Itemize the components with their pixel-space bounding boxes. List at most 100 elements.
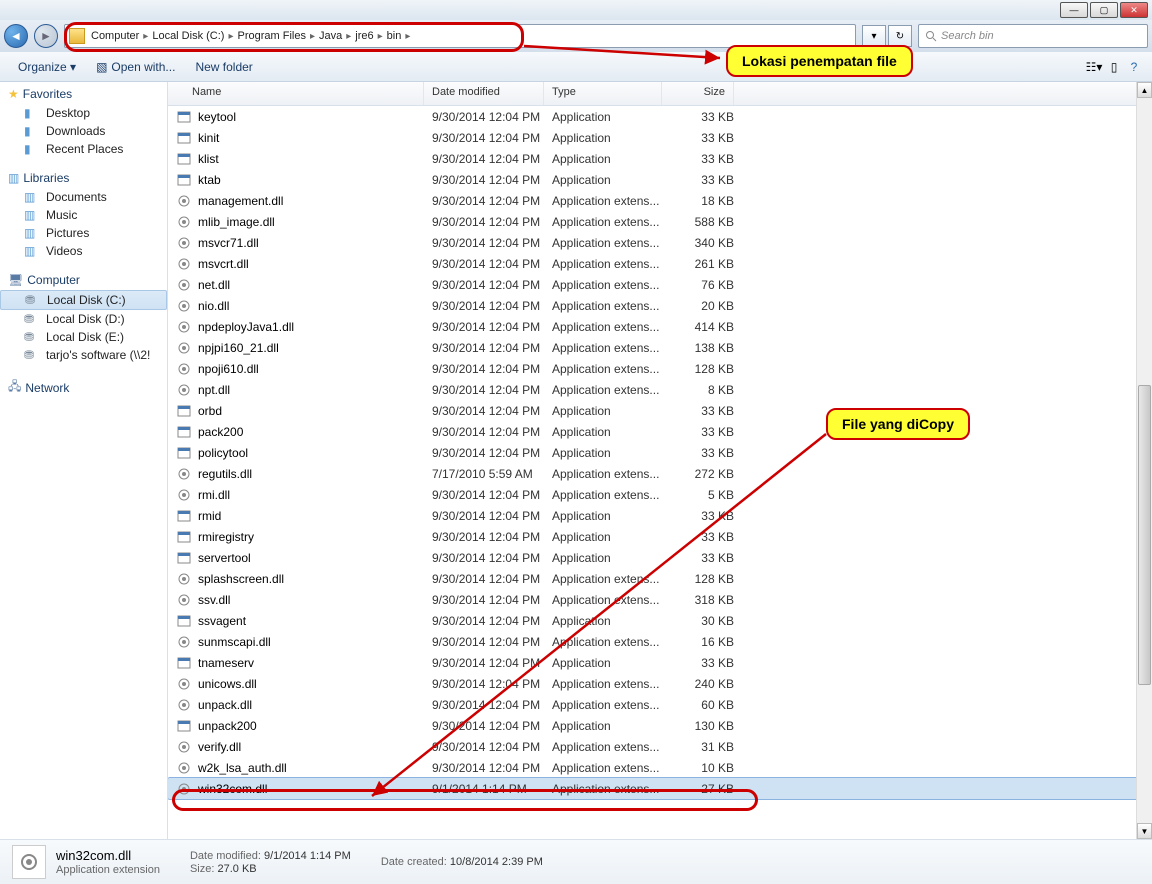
organize-menu[interactable]: Organize ▾ bbox=[8, 56, 86, 78]
file-row[interactable]: kinit9/30/2014 12:04 PMApplication33 KB bbox=[168, 127, 1152, 148]
refresh-button[interactable]: ↻ bbox=[888, 25, 912, 47]
file-row[interactable]: verify.dll9/30/2014 12:04 PMApplication … bbox=[168, 736, 1152, 757]
file-row[interactable]: unpack2009/30/2014 12:04 PMApplication13… bbox=[168, 715, 1152, 736]
file-row[interactable]: management.dll9/30/2014 12:04 PMApplicat… bbox=[168, 190, 1152, 211]
file-row[interactable]: mlib_image.dll9/30/2014 12:04 PMApplicat… bbox=[168, 211, 1152, 232]
file-row[interactable]: ssvagent9/30/2014 12:04 PMApplication30 … bbox=[168, 610, 1152, 631]
file-row[interactable]: win32com.dll9/1/2014 1:14 PMApplication … bbox=[168, 778, 1152, 799]
nav-item[interactable]: ⛃tarjo's software (\\2! bbox=[0, 346, 167, 364]
file-row[interactable]: unicows.dll9/30/2014 12:04 PMApplication… bbox=[168, 673, 1152, 694]
scroll-thumb[interactable] bbox=[1138, 385, 1151, 685]
file-row[interactable]: sunmscapi.dll9/30/2014 12:04 PMApplicati… bbox=[168, 631, 1152, 652]
file-row[interactable]: net.dll9/30/2014 12:04 PMApplication ext… bbox=[168, 274, 1152, 295]
file-row[interactable]: npt.dll9/30/2014 12:04 PMApplication ext… bbox=[168, 379, 1152, 400]
file-row[interactable]: rmi.dll9/30/2014 12:04 PMApplication ext… bbox=[168, 484, 1152, 505]
computer-header[interactable]: 🖥Computer bbox=[0, 270, 167, 290]
breadcrumb-segment[interactable]: Local Disk (C:) bbox=[152, 30, 224, 42]
close-button[interactable]: ✕ bbox=[1120, 2, 1148, 18]
nav-item[interactable]: ▥Videos bbox=[0, 242, 167, 260]
file-name: management.dll bbox=[198, 194, 432, 208]
file-row[interactable]: nio.dll9/30/2014 12:04 PMApplication ext… bbox=[168, 295, 1152, 316]
file-row[interactable]: policytool9/30/2014 12:04 PMApplication3… bbox=[168, 442, 1152, 463]
file-name: verify.dll bbox=[198, 740, 432, 754]
file-row[interactable]: msvcrt.dll9/30/2014 12:04 PMApplication … bbox=[168, 253, 1152, 274]
file-size: 33 KB bbox=[670, 173, 742, 187]
folder-icon bbox=[69, 28, 85, 44]
file-row[interactable]: unpack.dll9/30/2014 12:04 PMApplication … bbox=[168, 694, 1152, 715]
column-name[interactable]: Name bbox=[168, 82, 424, 105]
file-row[interactable]: regutils.dll7/17/2010 5:59 AMApplication… bbox=[168, 463, 1152, 484]
file-row[interactable]: npdeployJava1.dll9/30/2014 12:04 PMAppli… bbox=[168, 316, 1152, 337]
breadcrumb-segment[interactable]: jre6 bbox=[355, 30, 373, 42]
column-date[interactable]: Date modified bbox=[424, 82, 544, 105]
nav-item-label: Local Disk (C:) bbox=[47, 293, 126, 307]
file-row[interactable]: msvcr71.dll9/30/2014 12:04 PMApplication… bbox=[168, 232, 1152, 253]
file-row[interactable]: ktab9/30/2014 12:04 PMApplication33 KB bbox=[168, 169, 1152, 190]
file-row[interactable]: klist9/30/2014 12:04 PMApplication33 KB bbox=[168, 148, 1152, 169]
file-type: Application bbox=[552, 173, 670, 187]
file-date: 9/30/2014 12:04 PM bbox=[432, 614, 552, 628]
file-row[interactable]: rmiregistry9/30/2014 12:04 PMApplication… bbox=[168, 526, 1152, 547]
column-type[interactable]: Type bbox=[544, 82, 662, 105]
view-options-button[interactable]: ☷▾ bbox=[1084, 57, 1104, 77]
file-date: 9/30/2014 12:04 PM bbox=[432, 383, 552, 397]
file-name: ktab bbox=[198, 173, 432, 187]
file-date: 9/30/2014 12:04 PM bbox=[432, 362, 552, 376]
file-list[interactable]: keytool9/30/2014 12:04 PMApplication33 K… bbox=[168, 106, 1152, 839]
libraries-header[interactable]: ▥Libraries bbox=[0, 168, 167, 188]
column-size[interactable]: Size bbox=[662, 82, 734, 105]
search-input[interactable]: Search bin bbox=[918, 24, 1148, 48]
file-row[interactable]: ssv.dll9/30/2014 12:04 PMApplication ext… bbox=[168, 589, 1152, 610]
file-row[interactable]: pack2009/30/2014 12:04 PMApplication33 K… bbox=[168, 421, 1152, 442]
network-header[interactable]: 🖧Network bbox=[0, 374, 167, 401]
file-row[interactable]: npjpi160_21.dll9/30/2014 12:04 PMApplica… bbox=[168, 337, 1152, 358]
file-date: 9/30/2014 12:04 PM bbox=[432, 740, 552, 754]
favorites-header[interactable]: ★Favorites bbox=[0, 84, 167, 104]
scroll-down-button[interactable]: ▼ bbox=[1137, 823, 1152, 839]
open-with-button[interactable]: ▧ Open with... bbox=[86, 56, 185, 78]
file-date: 9/30/2014 12:04 PM bbox=[432, 635, 552, 649]
file-row[interactable]: servertool9/30/2014 12:04 PMApplication3… bbox=[168, 547, 1152, 568]
breadcrumb-history[interactable]: ▾ bbox=[862, 25, 886, 47]
forward-button[interactable]: ► bbox=[34, 24, 58, 48]
dll-icon bbox=[176, 466, 192, 482]
file-name: klist bbox=[198, 152, 432, 166]
file-type: Application bbox=[552, 446, 670, 460]
file-type: Application bbox=[552, 551, 670, 565]
file-row[interactable]: w2k_lsa_auth.dll9/30/2014 12:04 PMApplic… bbox=[168, 757, 1152, 778]
preview-pane-button[interactable]: ▯ bbox=[1104, 57, 1124, 77]
back-button[interactable]: ◄ bbox=[4, 24, 28, 48]
file-name: regutils.dll bbox=[198, 467, 432, 481]
nav-item[interactable]: ▥Pictures bbox=[0, 224, 167, 242]
maximize-button[interactable]: ▢ bbox=[1090, 2, 1118, 18]
help-button[interactable]: ? bbox=[1124, 57, 1144, 77]
application-icon bbox=[176, 424, 192, 440]
scroll-up-button[interactable]: ▲ bbox=[1137, 82, 1152, 98]
nav-item[interactable]: ▥Music bbox=[0, 206, 167, 224]
nav-item[interactable]: ▮Recent Places bbox=[0, 140, 167, 158]
file-size: 318 KB bbox=[670, 593, 742, 607]
file-date: 9/30/2014 12:04 PM bbox=[432, 551, 552, 565]
nav-item[interactable]: ⛃Local Disk (C:) bbox=[0, 290, 167, 310]
breadcrumb-segment[interactable]: Program Files bbox=[237, 30, 305, 42]
nav-item[interactable]: ▮Downloads bbox=[0, 122, 167, 140]
nav-item[interactable]: ⛃Local Disk (D:) bbox=[0, 310, 167, 328]
breadcrumb-segment[interactable]: Java bbox=[319, 30, 342, 42]
column-headers: Name Date modified Type Size bbox=[168, 82, 1152, 106]
file-type: Application extens... bbox=[552, 278, 670, 292]
nav-item[interactable]: ▥Documents bbox=[0, 188, 167, 206]
file-row[interactable]: keytool9/30/2014 12:04 PMApplication33 K… bbox=[168, 106, 1152, 127]
file-row[interactable]: orbd9/30/2014 12:04 PMApplication33 KB bbox=[168, 400, 1152, 421]
breadcrumb-segment[interactable]: bin bbox=[387, 30, 402, 42]
new-folder-button[interactable]: New folder bbox=[185, 56, 262, 78]
vertical-scrollbar[interactable]: ▲ ▼ bbox=[1136, 82, 1152, 839]
nav-item[interactable]: ▮Desktop bbox=[0, 104, 167, 122]
minimize-button[interactable]: — bbox=[1060, 2, 1088, 18]
file-name: unicows.dll bbox=[198, 677, 432, 691]
file-row[interactable]: tnameserv9/30/2014 12:04 PMApplication33… bbox=[168, 652, 1152, 673]
file-row[interactable]: splashscreen.dll9/30/2014 12:04 PMApplic… bbox=[168, 568, 1152, 589]
breadcrumb-segment[interactable]: Computer bbox=[91, 30, 139, 42]
file-row[interactable]: npoji610.dll9/30/2014 12:04 PMApplicatio… bbox=[168, 358, 1152, 379]
file-row[interactable]: rmid9/30/2014 12:04 PMApplication33 KB bbox=[168, 505, 1152, 526]
nav-item[interactable]: ⛃Local Disk (E:) bbox=[0, 328, 167, 346]
